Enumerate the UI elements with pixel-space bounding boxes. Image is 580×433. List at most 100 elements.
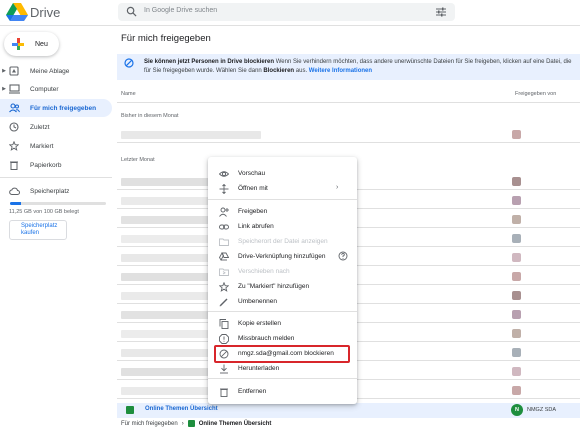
menu-item-label: Umbenennen: [238, 298, 278, 305]
drive-logo-icon[interactable]: [6, 2, 28, 22]
storage-progress-fill: [10, 202, 21, 205]
search-options-icon[interactable]: [436, 7, 446, 17]
sidebar-divider: [0, 177, 112, 178]
menu-item-folder: Speicherort der Datei anzeigen: [208, 235, 357, 248]
menu-item-label: Öffnen mit: [238, 185, 268, 192]
menu-item-label: Zu "Markiert" hinzufügen: [238, 283, 310, 290]
owner-avatar: [512, 130, 521, 139]
shared-icon: [8, 102, 20, 114]
star-icon: [219, 281, 229, 292]
banner-text-part2: aus.: [294, 68, 309, 74]
sidebar-item-recent[interactable]: Zuletzt: [0, 118, 112, 136]
menu-item-eye[interactable]: Vorschau: [208, 167, 357, 180]
clock-icon: [8, 121, 20, 133]
cloud-icon: [8, 185, 20, 197]
sheets-file-icon: [187, 420, 195, 427]
column-header-shared-by[interactable]: Freigegeben von: [515, 91, 556, 97]
folder-move-icon: [219, 267, 229, 277]
file-row-name-placeholder[interactable]: [121, 131, 261, 139]
buy-storage-button[interactable]: Speicherplatz kaufen: [9, 220, 67, 240]
my-drive-icon: [8, 65, 20, 77]
person-add-icon: [219, 207, 229, 217]
app-name: Drive: [30, 5, 61, 20]
owner-avatar: [512, 386, 521, 395]
section-this-month: Bisher in diesem Monat: [121, 113, 179, 119]
computer-icon: [8, 83, 20, 95]
owner-avatar: [512, 367, 521, 376]
section-last-month: Letzter Monat: [121, 157, 155, 163]
menu-item-label: Missbrauch melden: [238, 335, 295, 342]
sidebar-item-storage[interactable]: Speicherplatz: [0, 182, 112, 200]
owner-avatar: N: [511, 404, 523, 416]
expand-arrow-icon[interactable]: ▶: [0, 86, 8, 92]
owner-avatar: [512, 253, 521, 262]
help-icon[interactable]: [338, 251, 348, 261]
sheets-file-icon: [126, 406, 134, 414]
banner-bold-block: Blockieren: [263, 68, 295, 74]
menu-item-drive-shortcut[interactable]: Drive-Verknüpfung hinzufügen: [208, 250, 357, 263]
storage-usage-text: 11,25 GB von 100 GB belegt: [9, 209, 79, 215]
menu-divider: [208, 311, 357, 312]
sidebar-item-computers[interactable]: ▶ Computer: [0, 80, 112, 98]
folder-icon: [219, 237, 229, 247]
owner-avatar: [512, 272, 521, 281]
sidebar-item-my-drive[interactable]: ▶ Meine Ablage: [0, 62, 112, 80]
move-arrows-icon: [219, 183, 229, 194]
new-button[interactable]: Neu: [4, 32, 59, 56]
menu-divider: [208, 378, 357, 379]
breadcrumb-root[interactable]: Für mich freigegeben: [121, 421, 178, 427]
owner-avatar: [512, 348, 521, 357]
storage-progress-bar: [10, 202, 106, 205]
search-icon[interactable]: [126, 6, 137, 17]
owner-avatar: [512, 215, 521, 224]
sidebar-item-trash[interactable]: Papierkorb: [0, 156, 112, 174]
menu-item-move-arrows[interactable]: Öffnen mit ›: [208, 182, 357, 195]
sidebar-item-label: Computer: [30, 85, 59, 93]
owner-name: NMGZ SDA: [527, 407, 557, 413]
drive-shortcut-icon: [219, 251, 229, 262]
block-icon: [124, 58, 134, 68]
menu-item-download[interactable]: Herunterladen: [208, 362, 357, 375]
menu-item-star[interactable]: Zu "Markiert" hinzufügen: [208, 280, 357, 293]
owner-avatar: [512, 329, 521, 338]
sidebar-item-label: Papierkorb: [30, 161, 62, 169]
column-header-name[interactable]: Name: [121, 91, 136, 97]
row-divider: [117, 142, 580, 143]
search-placeholder: In Google Drive suchen: [144, 7, 218, 14]
sidebar-item-label: Meine Ablage: [30, 67, 70, 75]
menu-item-pencil[interactable]: Umbenennen: [208, 295, 357, 308]
sidebar-item-label: Zuletzt: [30, 123, 50, 131]
owner-avatar: [512, 234, 521, 243]
menu-item-report[interactable]: Missbrauch melden: [208, 332, 357, 345]
sidebar-item-shared-with-me[interactable]: Für mich freigegeben: [0, 99, 112, 117]
menu-item-label: Link abrufen: [238, 223, 274, 230]
star-icon: [8, 140, 20, 152]
expand-arrow-icon[interactable]: ▶: [0, 68, 8, 74]
menu-item-label: Kopie erstellen: [238, 320, 281, 327]
chevron-right-icon: ›: [181, 420, 184, 427]
learn-more-link[interactable]: Weitere Informationen: [309, 68, 372, 74]
sidebar-item-starred[interactable]: Markiert: [0, 137, 112, 155]
file-name[interactable]: Online Themen Übersicht: [145, 406, 218, 412]
menu-item-label: Entfernen: [238, 388, 267, 395]
chevron-right-icon: ›: [336, 184, 339, 191]
menu-item-person-add[interactable]: Freigeben: [208, 205, 357, 218]
menu-item-link[interactable]: Link abrufen: [208, 220, 357, 233]
owner-avatar: [512, 310, 521, 319]
menu-item-label: Freigeben: [238, 208, 268, 215]
sidebar-item-label: Markiert: [30, 142, 54, 150]
new-button-label: Neu: [35, 40, 48, 48]
banner-bold: Sie können jetzt Personen in Drive block…: [144, 59, 275, 65]
owner-avatar: [512, 291, 521, 300]
header-divider: [117, 102, 580, 103]
menu-item-label: Vorschau: [238, 170, 266, 177]
breadcrumb-current[interactable]: Online Themen Übersicht: [199, 421, 272, 427]
menu-item-copy[interactable]: Kopie erstellen: [208, 317, 357, 330]
pencil-icon: [219, 297, 229, 307]
menu-item-trash[interactable]: Entfernen: [208, 385, 357, 398]
owner-avatar: [512, 177, 521, 186]
highlight-box: [214, 345, 350, 363]
download-icon: [219, 364, 229, 374]
trash-icon: [219, 387, 229, 397]
menu-item-label: Verschieben nach: [238, 268, 290, 275]
